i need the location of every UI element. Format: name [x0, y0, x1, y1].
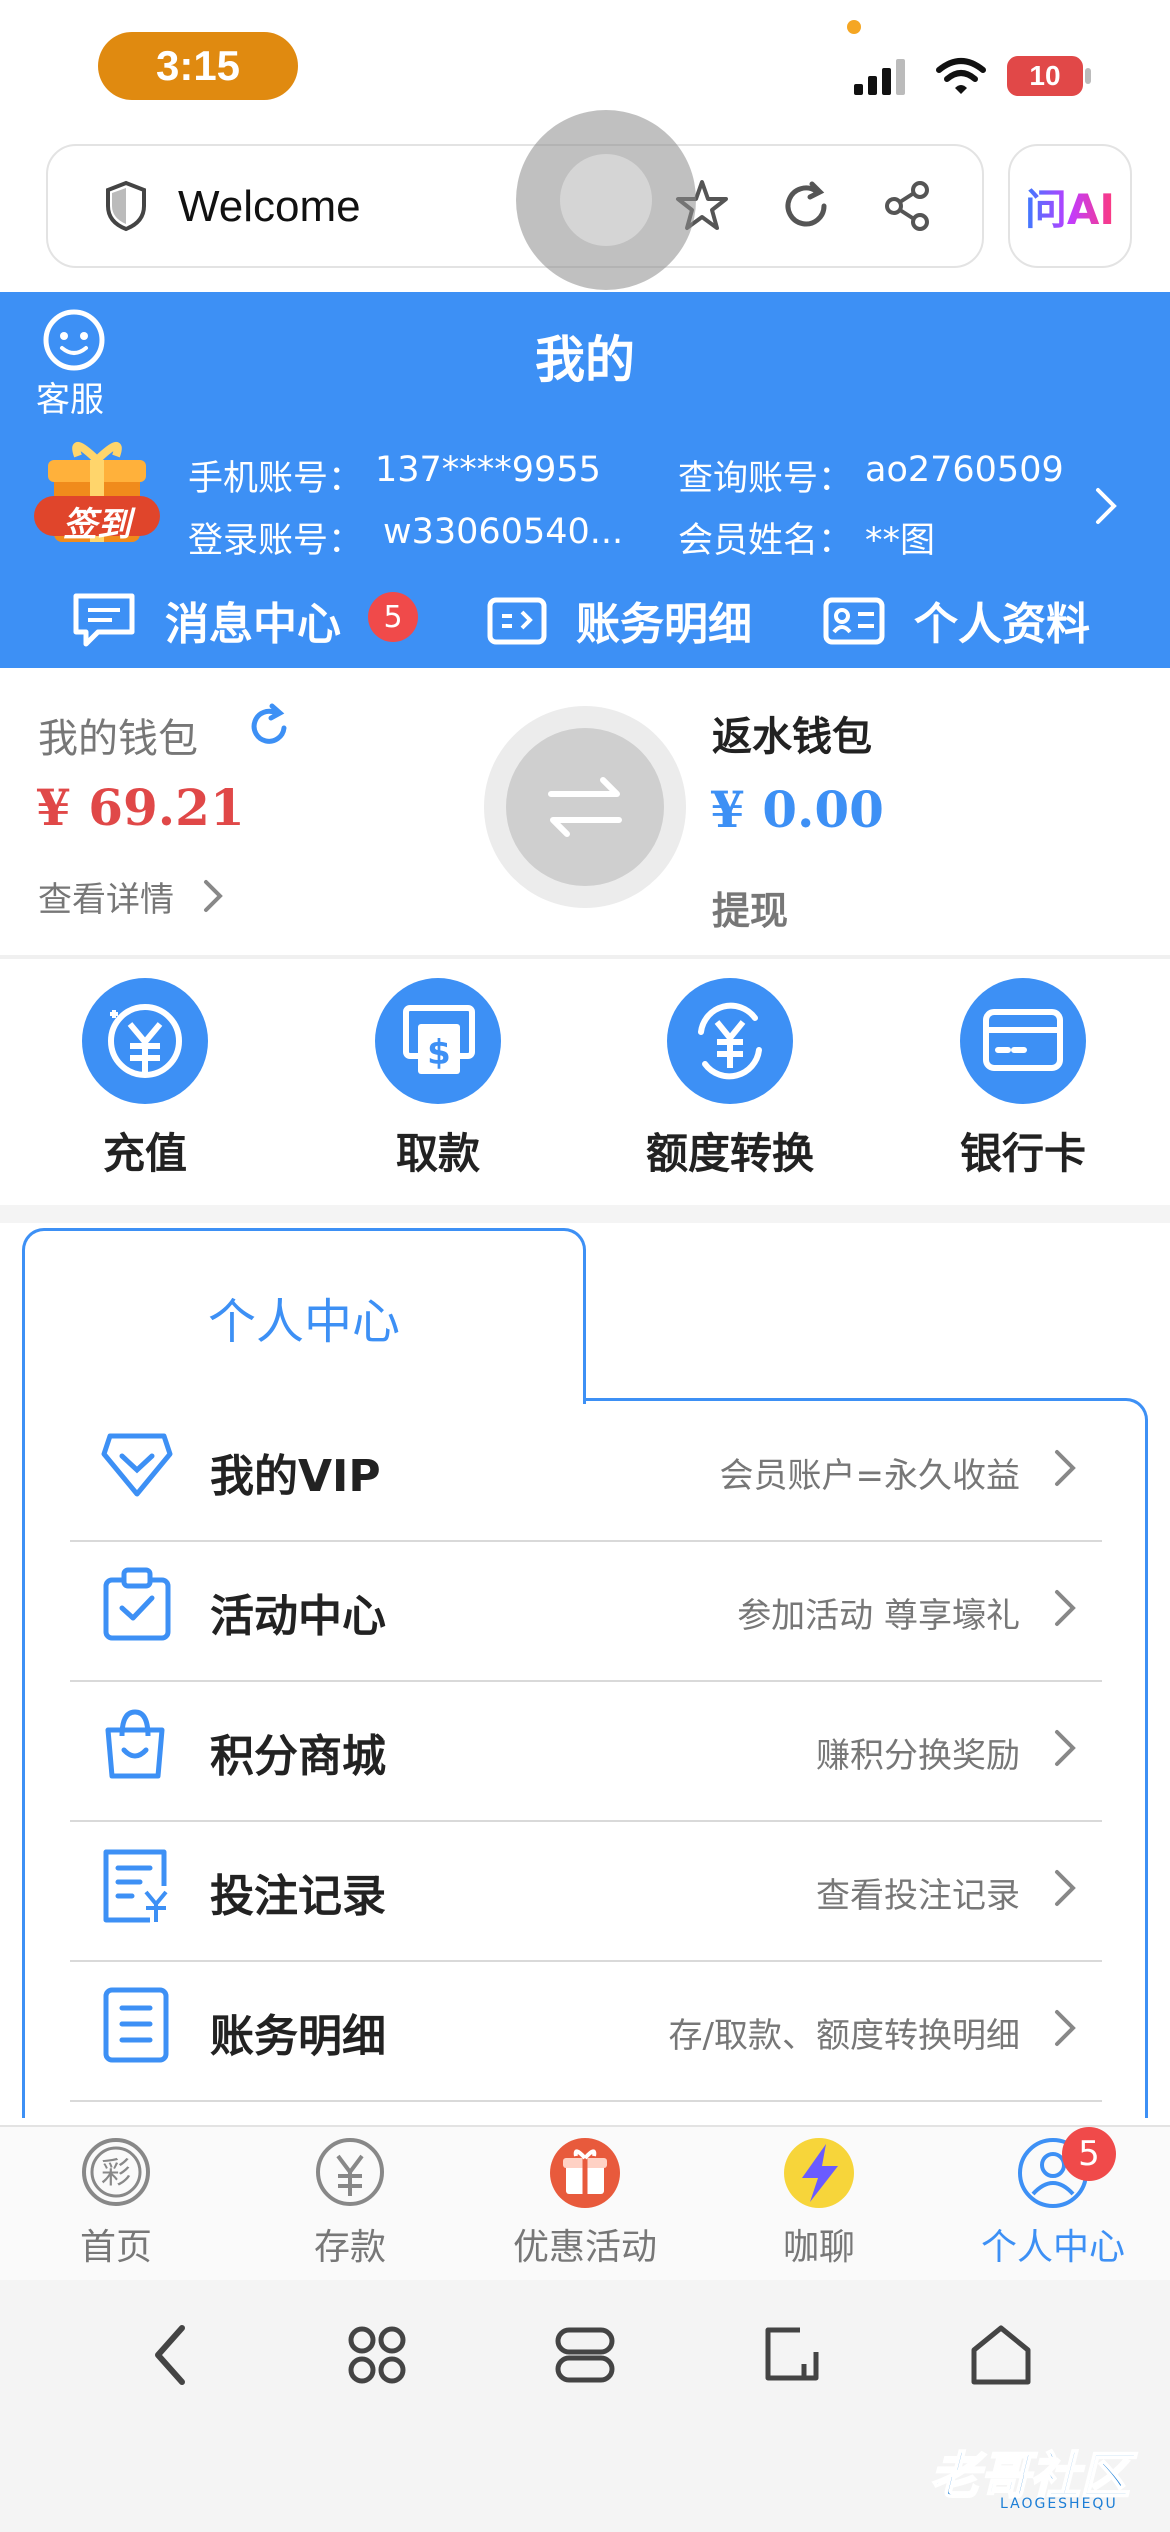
signal-icon — [854, 59, 905, 95]
rebate-balance: ¥ 0.00 — [710, 780, 884, 839]
row-divider — [70, 1960, 1102, 1962]
menu-item-activity-center[interactable]: 活动中心 — [210, 1580, 386, 1644]
status-time: 3:15 — [98, 32, 298, 100]
wallet-label: 我的钱包 — [38, 716, 198, 762]
shopping-bag-icon — [105, 1709, 165, 1779]
message-icon[interactable] — [72, 590, 136, 650]
transfer-arrows-icon[interactable] — [545, 770, 625, 844]
ask-ai-button[interactable]: 问AI — [1008, 144, 1132, 268]
menu-item-bet-desc: 查看投注记录 — [816, 1876, 1020, 1916]
wifi-icon — [936, 58, 986, 94]
rebate-wallet-label: 返水钱包 — [712, 714, 872, 760]
menu-item-points-mall[interactable]: 积分商城 — [210, 1720, 386, 1784]
message-center-link[interactable]: 消息中心 — [165, 588, 341, 652]
features-icon[interactable] — [344, 2322, 410, 2388]
chevron-right-icon[interactable] — [200, 876, 226, 916]
tab-personal-center-label[interactable]: 个人中心 — [22, 1282, 586, 1352]
chevron-right-icon[interactable] — [1050, 2006, 1080, 2050]
svg-text:$: $ — [427, 1033, 451, 1073]
billing-icon[interactable] — [486, 594, 548, 648]
battery-indicator: 10 — [1007, 56, 1083, 96]
tab-personal-center[interactable]: 个人中心 — [943, 2218, 1163, 2270]
reload-icon[interactable] — [778, 178, 834, 234]
bank-card-icon[interactable] — [980, 1000, 1066, 1080]
tabs-icon[interactable] — [552, 2322, 618, 2388]
ledger-icon — [103, 1987, 169, 2063]
profile-card-icon[interactable] — [822, 594, 886, 648]
recharge-label[interactable]: 充值 — [35, 1120, 255, 1181]
phone-account-label: 手机账号： — [188, 459, 364, 499]
svg-text:彩: 彩 — [101, 2156, 131, 2191]
menu-item-points-desc: 赚积分换奖励 — [816, 1736, 1020, 1776]
query-account-label: 查询账号： — [678, 459, 854, 499]
shield-icon — [106, 180, 146, 232]
bank-card-label[interactable]: 银行卡 — [913, 1120, 1133, 1181]
billing-details-link[interactable]: 账务明细 — [576, 588, 752, 652]
tab-deposit[interactable]: 存款 — [240, 2218, 460, 2270]
wallet-balance: ¥ 69.21 — [36, 778, 245, 837]
tab-promotions[interactable]: 优惠活动 — [475, 2218, 695, 2270]
personal-center-badge: 5 — [1062, 2127, 1116, 2181]
row-divider — [70, 1820, 1102, 1822]
member-name-value: **图 — [865, 521, 936, 561]
yuan-transfer-icon[interactable] — [685, 996, 775, 1086]
row-divider — [70, 2100, 1102, 2102]
row-divider — [70, 1680, 1102, 1682]
phone-account-value: 137****9955 — [375, 450, 601, 490]
watermark-subtitle: LAOGESHEQU — [1000, 2496, 1118, 2512]
menu-item-vip[interactable]: 我的VIP — [210, 1440, 381, 1504]
gift-icon[interactable] — [548, 2136, 622, 2210]
activity-clipboard-icon — [103, 1567, 171, 1641]
lottery-icon[interactable]: 彩 — [80, 2136, 152, 2208]
row-divider — [70, 1540, 1102, 1542]
tab-connector — [25, 1396, 583, 1404]
privacy-indicator-dot — [847, 20, 861, 34]
menu-item-billing-details[interactable]: 账务明细 — [210, 2000, 386, 2064]
menu-item-vip-desc: 会员账户=永久收益 — [719, 1456, 1021, 1496]
vip-diamond-icon — [101, 1433, 173, 1497]
menu-item-billing-desc: 存/取款、额度转换明细 — [668, 2016, 1020, 2056]
view-details-link[interactable]: 查看详情 — [38, 872, 174, 921]
section-divider — [0, 1205, 1170, 1223]
back-icon[interactable] — [146, 2320, 196, 2390]
chevron-right-icon[interactable] — [1050, 1726, 1080, 1770]
page-heading: 我的 — [535, 331, 635, 389]
chevron-right-icon[interactable] — [1050, 1586, 1080, 1630]
recharge-icon[interactable] — [100, 996, 190, 1086]
login-account-value: w33060540... — [383, 512, 624, 552]
member-name-label: 会员姓名： — [678, 521, 854, 561]
message-count-badge: 5 — [368, 592, 418, 642]
share-icon[interactable] — [880, 178, 936, 234]
touch-indicator-inner — [560, 154, 652, 246]
refresh-icon[interactable] — [244, 702, 294, 752]
withdraw-label[interactable]: 取款 — [328, 1120, 548, 1181]
atm-icon[interactable]: $ — [396, 998, 482, 1084]
battery-nub — [1085, 68, 1091, 84]
checkin-label[interactable]: 签到 — [36, 497, 158, 546]
tab-home[interactable]: 首页 — [6, 2218, 226, 2270]
withdraw-link[interactable]: 提现 — [712, 880, 788, 935]
home-icon[interactable] — [966, 2320, 1036, 2388]
bet-record-icon — [103, 1849, 168, 1923]
page-title: Welcome — [178, 182, 361, 231]
lightning-icon[interactable] — [782, 2136, 856, 2210]
chevron-right-icon[interactable] — [1090, 484, 1122, 528]
menu-item-bet-records[interactable]: 投注记录 — [210, 1860, 386, 1924]
chevron-right-icon[interactable] — [1050, 1446, 1080, 1490]
menu-item-activity-desc: 参加活动 尊享壕礼 — [737, 1596, 1020, 1636]
personal-info-link[interactable]: 个人资料 — [914, 588, 1090, 652]
tab-chat[interactable]: 咖聊 — [709, 2218, 929, 2270]
yuan-icon[interactable] — [314, 2136, 386, 2208]
query-account-value: ao2760509 — [865, 450, 1064, 490]
login-account-label: 登录账号： — [188, 521, 364, 561]
quota-transfer-label[interactable]: 额度转换 — [620, 1120, 840, 1181]
window-icon[interactable] — [760, 2322, 826, 2388]
chevron-right-icon[interactable] — [1050, 1866, 1080, 1910]
